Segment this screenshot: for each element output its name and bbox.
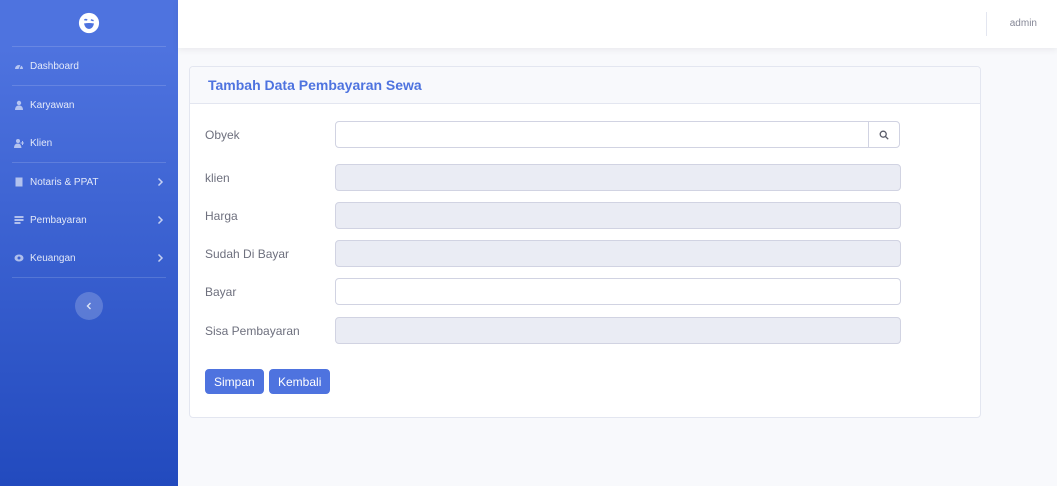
sidebar-divider	[12, 277, 166, 278]
sidebar-item-label: Keuangan	[30, 252, 76, 264]
back-button[interactable]: Kembali	[269, 369, 331, 394]
user-plus-icon	[14, 138, 24, 148]
sidebar: Dashboard Karyawan Klien Notaris & PPAT …	[0, 0, 178, 486]
chevron-right-icon	[157, 177, 164, 187]
field-label: klien	[205, 170, 230, 185]
topbar: admin	[178, 0, 1057, 48]
laugh-wink-icon	[78, 12, 100, 34]
form-row-harga: Harga	[190, 202, 980, 229]
form-row-klien: klien	[190, 164, 980, 191]
form-row-sudah-di-bayar: Sudah Di Bayar	[190, 240, 980, 267]
sidebar-item-label: Klien	[30, 137, 53, 149]
chevron-right-icon	[157, 253, 164, 263]
chevron-right-icon	[157, 215, 164, 225]
form-row-obyek: Obyek	[190, 121, 980, 148]
search-button[interactable]	[868, 121, 900, 148]
brand-logo[interactable]	[0, 0, 178, 46]
field-label: Obyek	[205, 127, 240, 142]
field-label: Sisa Pembayaran	[205, 323, 300, 338]
building-icon	[14, 177, 24, 187]
sisa-pembayaran-field	[335, 317, 901, 344]
form-row-bayar: Bayar	[190, 278, 980, 305]
sidebar-item-label: Pembayaran	[30, 214, 87, 226]
obyek-input[interactable]	[335, 121, 869, 148]
sidebar-toggle-button[interactable]	[75, 292, 103, 320]
field-label: Harga	[205, 208, 238, 223]
sidebar-item-notaris-ppat[interactable]: Notaris & PPAT	[0, 163, 178, 201]
chevron-left-icon	[86, 302, 91, 310]
search-icon	[879, 130, 889, 140]
sidebar-item-label: Dashboard	[30, 60, 79, 72]
klien-field	[335, 164, 901, 191]
receipt-icon	[14, 215, 24, 225]
money-icon	[14, 253, 24, 263]
user-name[interactable]: admin	[1010, 18, 1037, 29]
sidebar-item-pembayaran[interactable]: Pembayaran	[0, 201, 178, 239]
card-title: Tambah Data Pembayaran Sewa	[190, 67, 980, 104]
form-row-sisa-pembayaran: Sisa Pembayaran	[190, 317, 980, 344]
sidebar-item-klien[interactable]: Klien	[0, 124, 178, 162]
sidebar-item-label: Karyawan	[30, 99, 75, 111]
bayar-input[interactable]	[335, 278, 901, 305]
field-label: Bayar	[205, 284, 237, 299]
user-icon	[14, 100, 24, 110]
save-button[interactable]: Simpan	[205, 369, 264, 394]
sidebar-item-karyawan[interactable]: Karyawan	[0, 86, 178, 124]
field-label: Sudah Di Bayar	[205, 246, 290, 261]
topbar-divider	[986, 12, 987, 36]
sidebar-item-keuangan[interactable]: Keuangan	[0, 239, 178, 277]
sudah-di-bayar-field	[335, 240, 901, 267]
harga-field	[335, 202, 901, 229]
sidebar-item-label: Notaris & PPAT	[30, 176, 99, 188]
form-card: Tambah Data Pembayaran Sewa Obyek klien …	[189, 66, 981, 418]
dashboard-icon	[14, 61, 24, 71]
sidebar-item-dashboard[interactable]: Dashboard	[0, 47, 178, 85]
